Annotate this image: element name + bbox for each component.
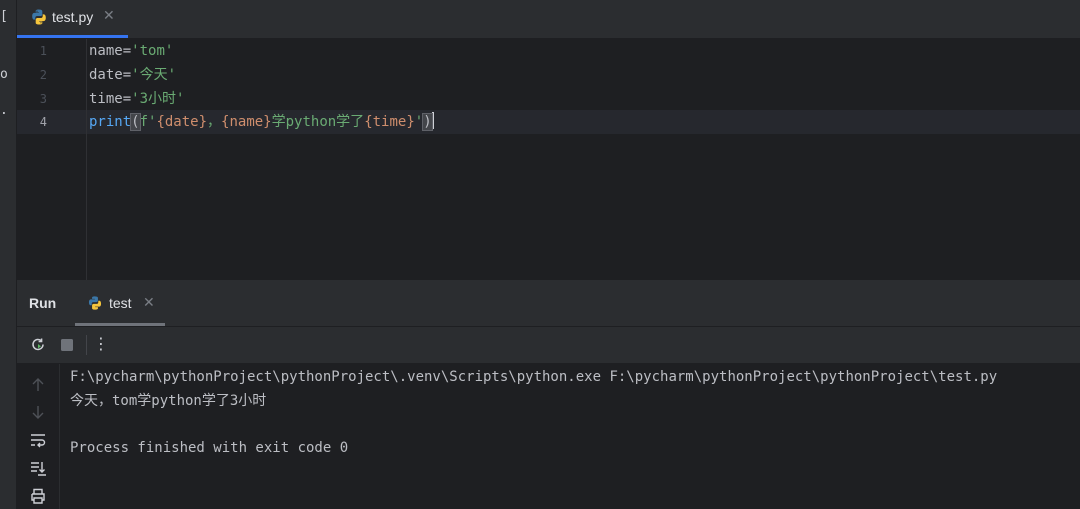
fstring-suffix: ' [414, 114, 424, 130]
string-literal: '3小时' [131, 91, 185, 107]
run-toolbar: ⋮ [17, 327, 1080, 364]
tab-label: test.py [52, 9, 94, 25]
fstring-text: 学python学了 [271, 114, 365, 130]
console-sidebar [17, 364, 60, 509]
string-literal: '今天' [131, 67, 177, 83]
scroll-up-icon[interactable] [29, 376, 47, 394]
tab-close-icon[interactable]: ✕ [103, 8, 115, 24]
run-tool-window: Run test ✕ ⋮ F:\pycharm\pythonProject\py… [17, 280, 1080, 509]
console-program-output: 今天，tom学python学了3小时 [70, 393, 267, 409]
active-tab-indicator [17, 35, 128, 38]
run-panel-title: Run [29, 295, 57, 311]
code-line-2[interactable]: date='今天' [89, 63, 176, 87]
editor-tab-bar: test.py ✕ [17, 0, 1080, 39]
fstring-prefix: f' [139, 114, 157, 130]
gutter-divider [86, 39, 87, 280]
ide-window: [ o . test.py ✕ 1 2 3 4 name='tom' date=… [0, 0, 1080, 509]
fstring-text: ， [207, 114, 222, 130]
code-token: time [89, 91, 123, 107]
code-editor: test.py ✕ 1 2 3 4 name='tom' date='今天' t… [17, 0, 1080, 280]
fstring-expr: {date} [156, 114, 208, 130]
print-icon[interactable] [29, 487, 47, 505]
toolbar-separator [86, 335, 87, 355]
text-caret [431, 112, 434, 129]
code-token: name [89, 43, 123, 59]
fstring-expr: {time} [364, 114, 415, 130]
scroll-down-icon[interactable] [29, 403, 47, 421]
tool-glyph-1[interactable]: [ [0, 10, 10, 24]
run-tab-close-icon[interactable]: ✕ [143, 295, 155, 311]
code-token: = [122, 91, 132, 107]
run-tab-test[interactable]: test ✕ [75, 280, 165, 326]
tool-glyph-2[interactable]: o [0, 68, 10, 82]
code-token: = [122, 67, 132, 83]
left-tool-strip: [ o . [0, 0, 17, 509]
line-number[interactable]: 3 [17, 87, 47, 111]
code-token: date [89, 67, 123, 83]
code-line-1[interactable]: name='tom' [89, 39, 173, 63]
soft-wrap-icon[interactable] [29, 431, 47, 449]
line-number-gutter: 1 2 3 4 [17, 39, 87, 280]
paren-close: ) [422, 113, 433, 131]
run-header: Run test ✕ [17, 280, 1080, 327]
more-options-icon[interactable]: ⋮ [93, 334, 109, 353]
console-output: F:\pycharm\pythonProject\pythonProject\.… [17, 364, 1080, 509]
console-exit-status: Process finished with exit code 0 [70, 440, 349, 456]
tab-test-py[interactable]: test.py ✕ [17, 0, 128, 38]
line-number-current[interactable]: 4 [17, 110, 47, 134]
stop-icon[interactable] [58, 336, 76, 354]
console-command-line: F:\pycharm\pythonProject\pythonProject\.… [70, 369, 998, 385]
code-line-4[interactable]: print(f'{date}，{name}学python学了{time}') [89, 110, 434, 134]
run-tab-indicator [75, 323, 165, 326]
run-tab-label: test [109, 295, 132, 311]
python-run-config-icon [88, 296, 102, 310]
fstring-expr: {name} [221, 114, 272, 130]
scroll-to-end-icon[interactable] [29, 459, 47, 477]
python-file-icon [32, 9, 46, 25]
code-line-3[interactable]: time='3小时' [89, 87, 184, 111]
tool-glyph-3[interactable]: . [0, 104, 10, 118]
string-literal: 'tom' [131, 43, 174, 59]
code-token: = [122, 43, 132, 59]
line-number[interactable]: 1 [17, 39, 47, 63]
rerun-icon[interactable] [29, 336, 47, 354]
line-number[interactable]: 2 [17, 63, 47, 87]
paren-open: ( [130, 113, 141, 131]
function-name: print [89, 114, 132, 130]
